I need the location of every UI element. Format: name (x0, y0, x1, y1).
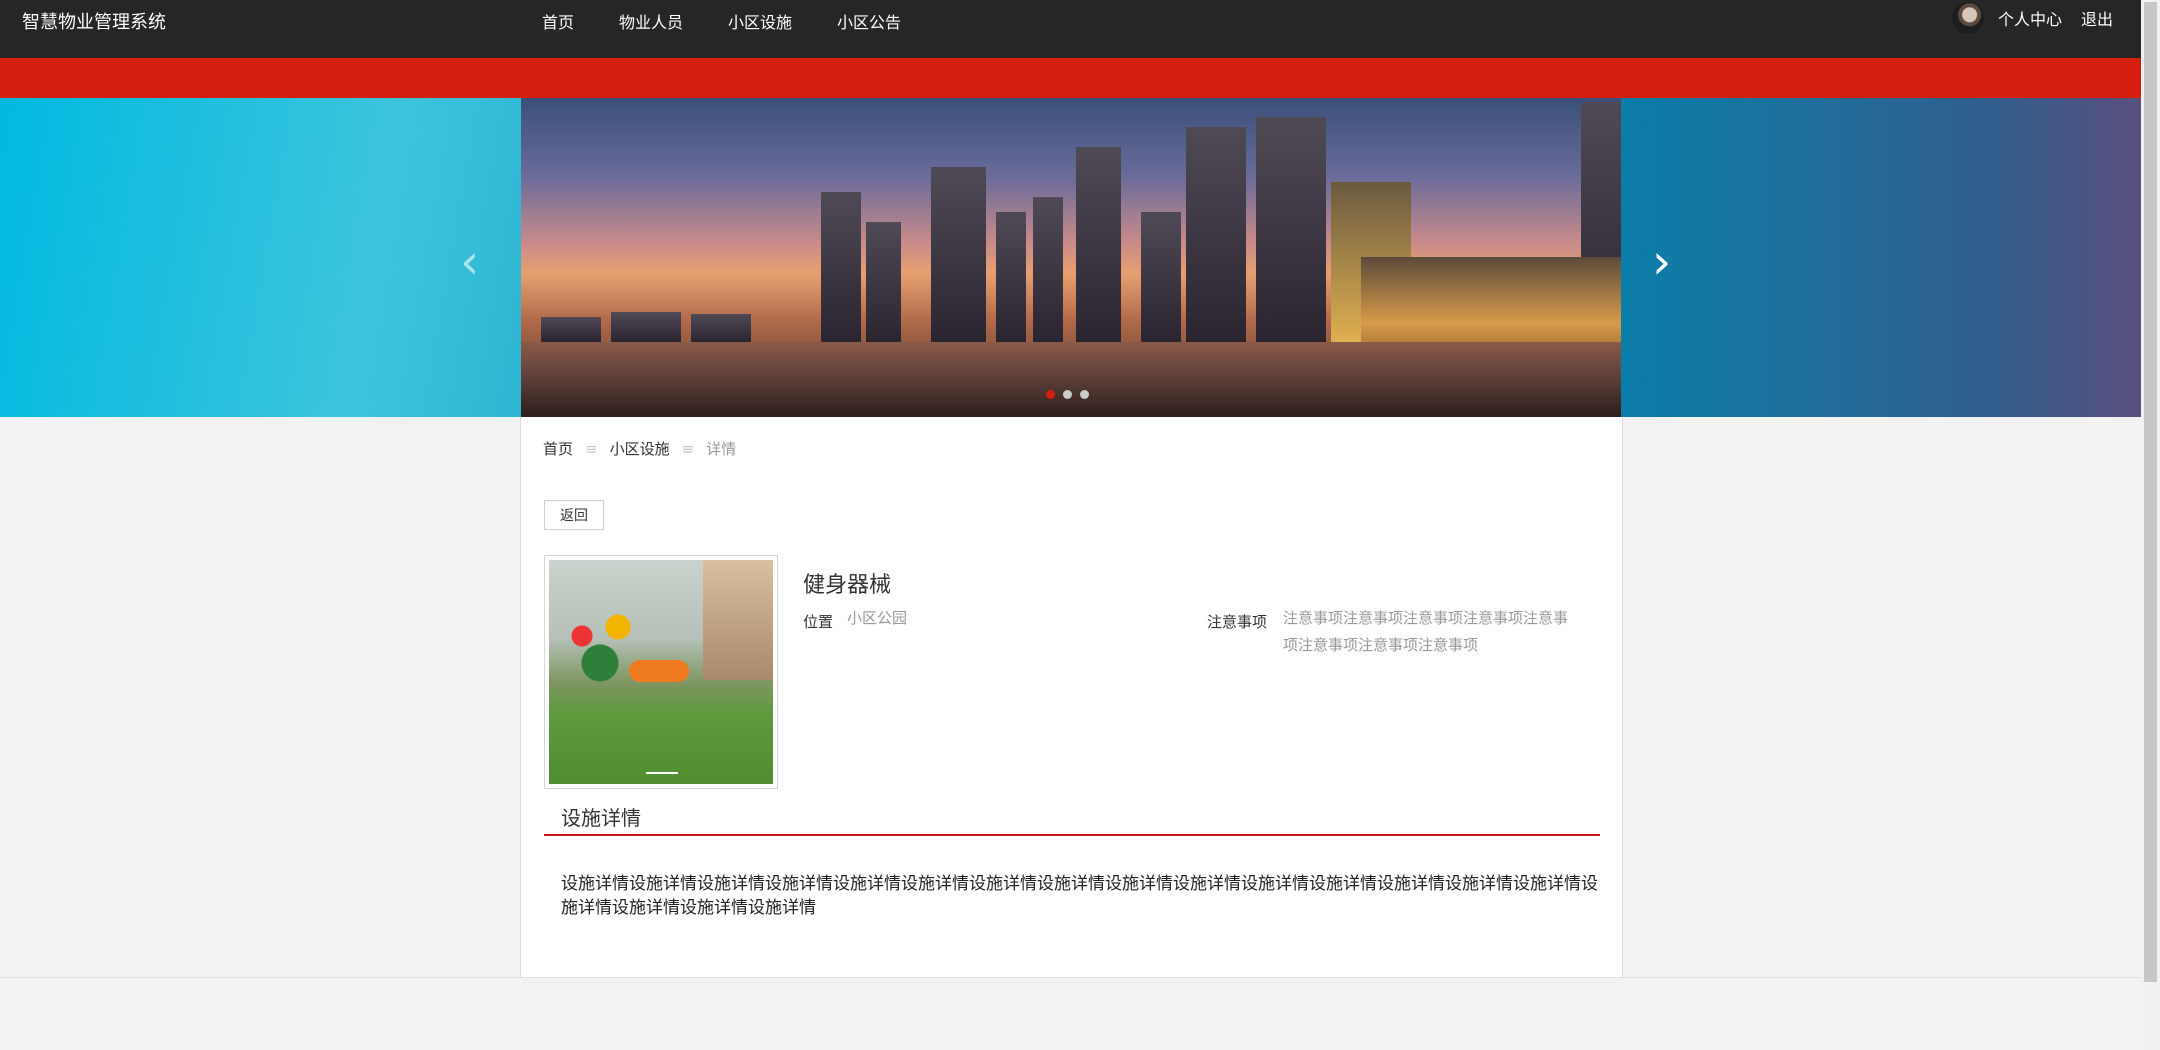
avatar[interactable] (1951, 2, 1984, 34)
breadcrumb: 首页 ≡ 小区设施 ≡ 详情 (543, 438, 736, 459)
location-label: 位置 (803, 613, 834, 631)
details-section-title: 设施详情 (561, 806, 641, 830)
section-divider (544, 834, 1600, 836)
top-navbar: 智慧物业管理系统 首页 物业人员 小区设施 小区公告 个人中心 退出 (0, 0, 2141, 58)
scrollbar-thumb[interactable] (2144, 2, 2157, 982)
carousel-indicators (1046, 390, 1089, 399)
banner-prev-slide (0, 98, 521, 417)
brand-title[interactable]: 智慧物业管理系统 (22, 8, 166, 34)
logout-link[interactable]: 退出 (2081, 6, 2113, 30)
user-center-link[interactable]: 个人中心 (1998, 6, 2062, 30)
carousel-dot-2[interactable] (1063, 390, 1072, 399)
banner-next-slide (1621, 98, 2141, 417)
notes-row: 注意事项 注意事项注意事项注意事项注意事项注意事项注意事项注意事项注意事项 (1207, 609, 1573, 659)
vertical-scrollbar[interactable] (2141, 0, 2160, 1050)
location-row: 位置 小区公园 (803, 609, 907, 632)
nav-announcements[interactable]: 小区公告 (837, 9, 901, 33)
carousel-dot-1[interactable] (1046, 390, 1055, 399)
carousel-next-icon[interactable]: › (1652, 238, 1671, 286)
notes-label: 注意事项 (1207, 613, 1268, 631)
nav-home[interactable]: 首页 (542, 9, 574, 33)
location-value: 小区公园 (847, 609, 908, 627)
footer-divider (0, 977, 2141, 978)
breadcrumb-home[interactable]: 首页 (543, 438, 573, 459)
photo-indicator[interactable] (646, 772, 678, 774)
banner-carousel: ‹ › (0, 98, 2141, 417)
detail-panel: 首页 ≡ 小区设施 ≡ 详情 返回 健身器械 位置 小区公园 注意事项 注意事项… (520, 417, 1623, 977)
nav-property-staff[interactable]: 物业人员 (619, 9, 683, 33)
accent-bar (0, 58, 2141, 98)
details-text: 设施详情设施详情设施详情设施详情设施详情设施详情设施详情设施详情设施详情设施详情… (561, 874, 1598, 918)
breadcrumb-current: 详情 (706, 440, 737, 458)
main-nav: 首页 物业人员 小区设施 小区公告 (542, 9, 946, 33)
user-menu: 个人中心 退出 (1951, 2, 2113, 34)
facility-name: 健身器械 (803, 573, 892, 598)
breadcrumb-separator: ≡ (681, 439, 695, 458)
facility-photo (544, 555, 778, 789)
notes-value: 注意事项注意事项注意事项注意事项注意事项注意事项注意事项注意事项 (1283, 609, 1569, 654)
carousel-dot-3[interactable] (1080, 390, 1089, 399)
banner-image (521, 98, 1621, 417)
breadcrumb-separator: ≡ (585, 439, 598, 458)
back-button[interactable]: 返回 (544, 500, 604, 530)
nav-facilities[interactable]: 小区设施 (728, 9, 792, 33)
breadcrumb-facilities[interactable]: 小区设施 (610, 438, 670, 459)
carousel-prev-icon[interactable]: ‹ (460, 238, 479, 286)
